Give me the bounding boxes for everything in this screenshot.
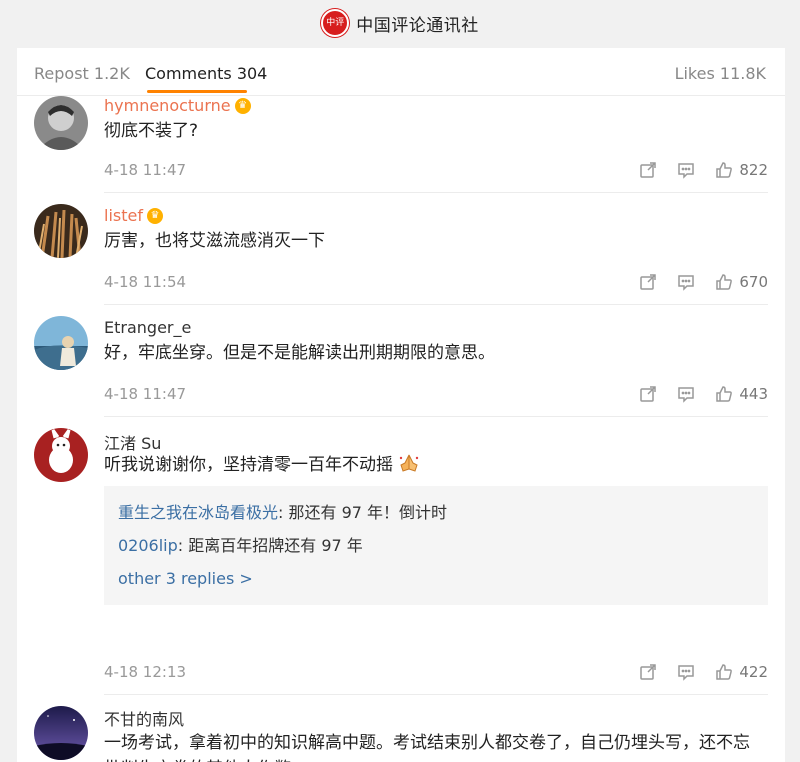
avatar[interactable] bbox=[34, 706, 88, 760]
comment-meta: 4-18 11:47 443 bbox=[104, 382, 768, 406]
header-title: 中国评论通讯社 bbox=[356, 15, 479, 36]
like-count: 422 bbox=[739, 663, 768, 681]
vip-crown-icon: ♛ bbox=[234, 97, 251, 114]
share-icon[interactable] bbox=[639, 385, 657, 403]
reply-text: : 那还有 97 年！倒计时 bbox=[278, 503, 448, 522]
avatar[interactable] bbox=[34, 316, 88, 370]
news-agency-logo: 中评 bbox=[321, 9, 350, 37]
tab-comments[interactable]: Comments 304 bbox=[145, 64, 267, 83]
comment-meta: 4-18 11:54 670 bbox=[104, 270, 768, 294]
active-tab-indicator bbox=[147, 90, 247, 93]
thumbs-up-icon bbox=[716, 386, 733, 402]
like-button[interactable]: 422 bbox=[715, 663, 768, 681]
comment-timestamp: 4-18 12:13 bbox=[104, 663, 187, 681]
praying-hands-icon bbox=[398, 453, 420, 481]
comment-icon[interactable] bbox=[677, 663, 695, 681]
thumbs-up-icon bbox=[716, 664, 733, 680]
comment-icon[interactable] bbox=[677, 385, 695, 403]
avatar[interactable] bbox=[34, 96, 88, 150]
commenter-name[interactable]: hymnenocturne ♛ bbox=[104, 96, 251, 115]
commenter-name[interactable]: listef ♛ bbox=[104, 206, 163, 225]
comment-text: 好，牢底坐穿。但是不是能解读出刑期期限的意思。 bbox=[104, 343, 495, 363]
reply-item: 0206lip: 距离百年招牌还有 97 年 bbox=[118, 529, 754, 562]
comment-text: 彻底不装了? bbox=[104, 121, 199, 141]
vip-crown-icon: ♛ bbox=[146, 207, 163, 224]
comment-icon[interactable] bbox=[677, 273, 695, 291]
comment-text: 厉害，也将艾滋流感消灭一下 bbox=[104, 231, 325, 251]
share-icon[interactable] bbox=[639, 663, 657, 681]
like-count: 670 bbox=[739, 273, 768, 291]
share-icon[interactable] bbox=[639, 161, 657, 179]
view-more-replies-link[interactable]: other 3 replies > bbox=[118, 562, 754, 595]
divider bbox=[104, 416, 768, 417]
reply-username[interactable]: 重生之我在冰岛看极光 bbox=[118, 503, 278, 522]
comment-meta: 4-18 12:13 422 bbox=[104, 660, 768, 684]
comment-meta: 4-18 11:47 822 bbox=[104, 158, 768, 182]
comments-card: Repost 1.2K Comments 304 Likes 11.8K hym… bbox=[17, 48, 785, 762]
comment-timestamp: 4-18 11:47 bbox=[104, 385, 187, 403]
avatar[interactable] bbox=[34, 204, 88, 258]
divider bbox=[104, 694, 768, 695]
tab-bar: Repost 1.2K Comments 304 Likes 11.8K bbox=[17, 48, 785, 96]
reply-username[interactable]: 0206lip bbox=[118, 536, 178, 555]
commenter-name[interactable]: 不甘的南风 bbox=[104, 706, 184, 730]
comment-text: 听我说谢谢你，坚持清零一百年不动摇 bbox=[104, 452, 764, 481]
commenter-name[interactable]: Etranger_e bbox=[104, 318, 191, 337]
app-header: 中评 中国评论通讯社 bbox=[0, 0, 800, 46]
like-button[interactable]: 443 bbox=[715, 385, 768, 403]
divider bbox=[104, 192, 768, 193]
avatar[interactable] bbox=[34, 428, 88, 482]
reply-preview: 重生之我在冰岛看极光: 那还有 97 年！倒计时 0206lip: 距离百年招牌… bbox=[104, 486, 768, 605]
tab-repost[interactable]: Repost 1.2K bbox=[34, 64, 130, 83]
comment-list: hymnenocturne ♛ 彻底不装了? 4-18 11:47 822 li… bbox=[17, 96, 785, 762]
comment-timestamp: 4-18 11:47 bbox=[104, 161, 187, 179]
like-count: 443 bbox=[739, 385, 768, 403]
divider bbox=[104, 304, 768, 305]
comment-icon[interactable] bbox=[677, 161, 695, 179]
tab-likes[interactable]: Likes 11.8K bbox=[675, 64, 766, 83]
reply-item: 重生之我在冰岛看极光: 那还有 97 年！倒计时 bbox=[118, 496, 754, 529]
like-button[interactable]: 670 bbox=[715, 273, 768, 291]
reply-text: : 距离百年招牌还有 97 年 bbox=[177, 536, 363, 555]
like-button[interactable]: 822 bbox=[715, 161, 768, 179]
comment-timestamp: 4-18 11:54 bbox=[104, 273, 187, 291]
comment-text: 一场考试，拿着初中的知识解高中题。考试结束别人都交卷了，自己仍埋头写，还不忘批判… bbox=[104, 733, 750, 762]
thumbs-up-icon bbox=[716, 162, 733, 178]
thumbs-up-icon bbox=[716, 274, 733, 290]
commenter-name[interactable]: 江渚 Su bbox=[104, 430, 161, 454]
like-count: 822 bbox=[739, 161, 768, 179]
share-icon[interactable] bbox=[639, 273, 657, 291]
